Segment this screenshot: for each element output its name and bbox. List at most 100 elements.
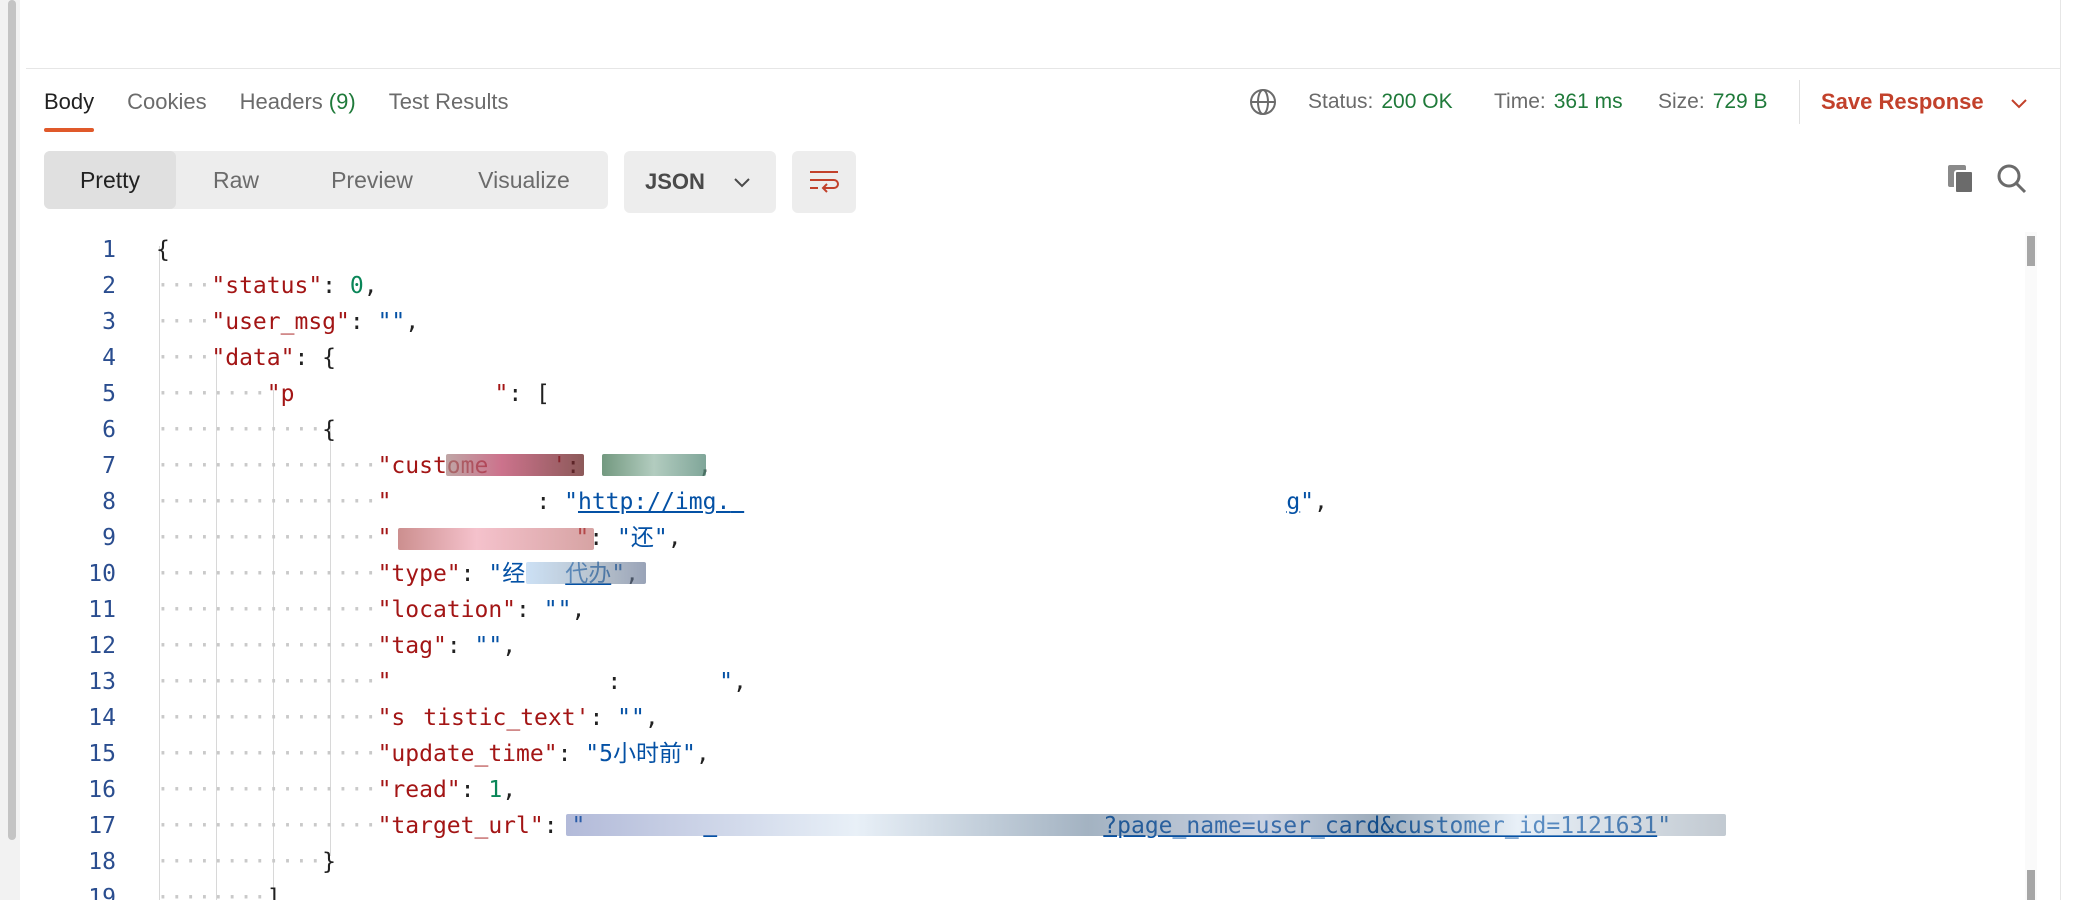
format-label: JSON [645,169,705,194]
line-number: 14 [88,705,116,731]
save-response-button[interactable]: Save Response [1821,84,1984,120]
right-edge [2060,0,2082,900]
wrap-lines-icon [810,171,839,193]
json-value: "" [543,597,572,623]
line-number: 6 [102,417,116,443]
json-key: ' [575,705,590,731]
tab-test-results-label: Test Results [388,89,509,114]
line-number: 18 [88,849,116,875]
line-number: 7 [102,453,116,479]
json-key: " [377,669,392,695]
json-key: "location" [377,597,517,623]
line-number: 17 [88,813,116,839]
line-number: 3 [102,309,116,335]
json-key: " [377,525,392,551]
line-number: 12 [88,633,116,659]
view-preview-button[interactable]: Preview [304,151,440,209]
chevron-down-icon [734,178,750,188]
time-readout[interactable]: Time: 361 ms [1494,84,1623,120]
response-body-editor[interactable]: 1{ 2 ····"status": 0, 3 ····"user_msg": ""… [26,232,2026,900]
tab-test-results[interactable]: Test Results [389,84,509,132]
line-number: 2 [102,273,116,299]
wrap-lines-button[interactable] [792,151,856,213]
status-divider [1799,80,1800,124]
line-number: 10 [88,561,116,587]
json-key: "p [266,381,295,407]
headers-count: (9) [328,89,356,114]
left-scrollbar[interactable] [0,0,20,900]
redacted-area [566,814,1726,836]
redacted-area [446,454,584,476]
time-value: 361 ms [1553,90,1623,113]
redacted-area [526,562,646,584]
redacted-area [398,528,594,550]
response-tabs: Body Cookies Headers (9) Test Results [44,84,542,134]
json-value: "还" [616,525,668,551]
line-number: 8 [102,489,116,515]
status-value: 200 OK [1381,90,1453,113]
json-value: 0 [349,273,364,299]
status-label: Status: [1308,90,1374,113]
json-key: "user_msg" [211,309,350,335]
json-value: " [719,669,733,695]
json-value: "" [617,705,645,731]
tab-body-label: Body [44,89,95,114]
scrollbar-thumb[interactable] [2027,236,2035,266]
line-number: 19 [88,885,116,900]
chevron-down-icon[interactable] [2008,92,2030,114]
json-value: "" [377,309,406,335]
line-number: 1 [102,237,116,263]
status-readout[interactable]: Status: 200 OK [1308,84,1453,120]
portrait-link[interactable]: g [1286,489,1300,515]
tab-cookies-label: Cookies [127,89,207,114]
json-key: "read" [377,777,461,803]
json-key: "type" [377,561,461,587]
view-raw-button[interactable]: Raw [176,151,296,209]
size-value: 729 B [1712,90,1768,113]
json-value: " [1300,489,1315,515]
time-label: Time: [1494,90,1546,113]
json-value: 1 [488,777,503,803]
search-icon[interactable] [1996,163,2028,195]
size-label: Size: [1658,90,1705,113]
redacted-area [602,454,706,476]
globe-icon[interactable] [1249,88,1277,116]
code-token: ] [266,885,281,900]
portrait-link[interactable]: http://img. [578,489,730,515]
json-value: "" [474,633,503,659]
size-readout[interactable]: Size: 729 B [1658,84,1768,120]
view-visualize-button[interactable]: Visualize [444,151,604,209]
tab-cookies[interactable]: Cookies [127,84,206,132]
json-key: " [377,489,392,515]
json-key: "tag" [377,633,447,659]
json-key: tistic_text [423,705,576,731]
json-key: " [494,381,509,407]
tab-body[interactable]: Body [44,84,95,132]
line-number: 11 [88,597,116,623]
editor-scrollbar[interactable] [2025,232,2037,900]
scrollbar-thumb[interactable] [2027,870,2035,900]
tab-headers-label: Headers [239,89,323,114]
json-value: " [564,489,578,515]
line-number: 9 [102,525,116,551]
json-key: "update_time" [377,741,558,767]
line-number: 4 [102,345,116,371]
json-key: "status" [211,273,323,299]
line-number: 13 [88,669,116,695]
view-mode-selector: Pretty Raw Preview Visualize [44,151,608,209]
line-number: 16 [88,777,116,803]
copy-icon[interactable] [1946,163,1976,195]
line-number: 15 [88,741,116,767]
line-number: 5 [102,381,116,407]
code-token: } [322,849,337,875]
json-key: "data" [211,345,295,371]
json-key: "s [377,705,406,731]
left-scrollbar-thumb[interactable] [8,0,16,840]
json-value: "5小时前" [585,741,696,767]
json-key: "target_url" [377,813,544,839]
request-area-bottom [26,0,2060,69]
view-pretty-button[interactable]: Pretty [44,151,176,209]
json-value: "经 [488,561,526,587]
tab-headers[interactable]: Headers (9) [240,84,356,132]
format-dropdown[interactable]: JSON [624,151,776,213]
